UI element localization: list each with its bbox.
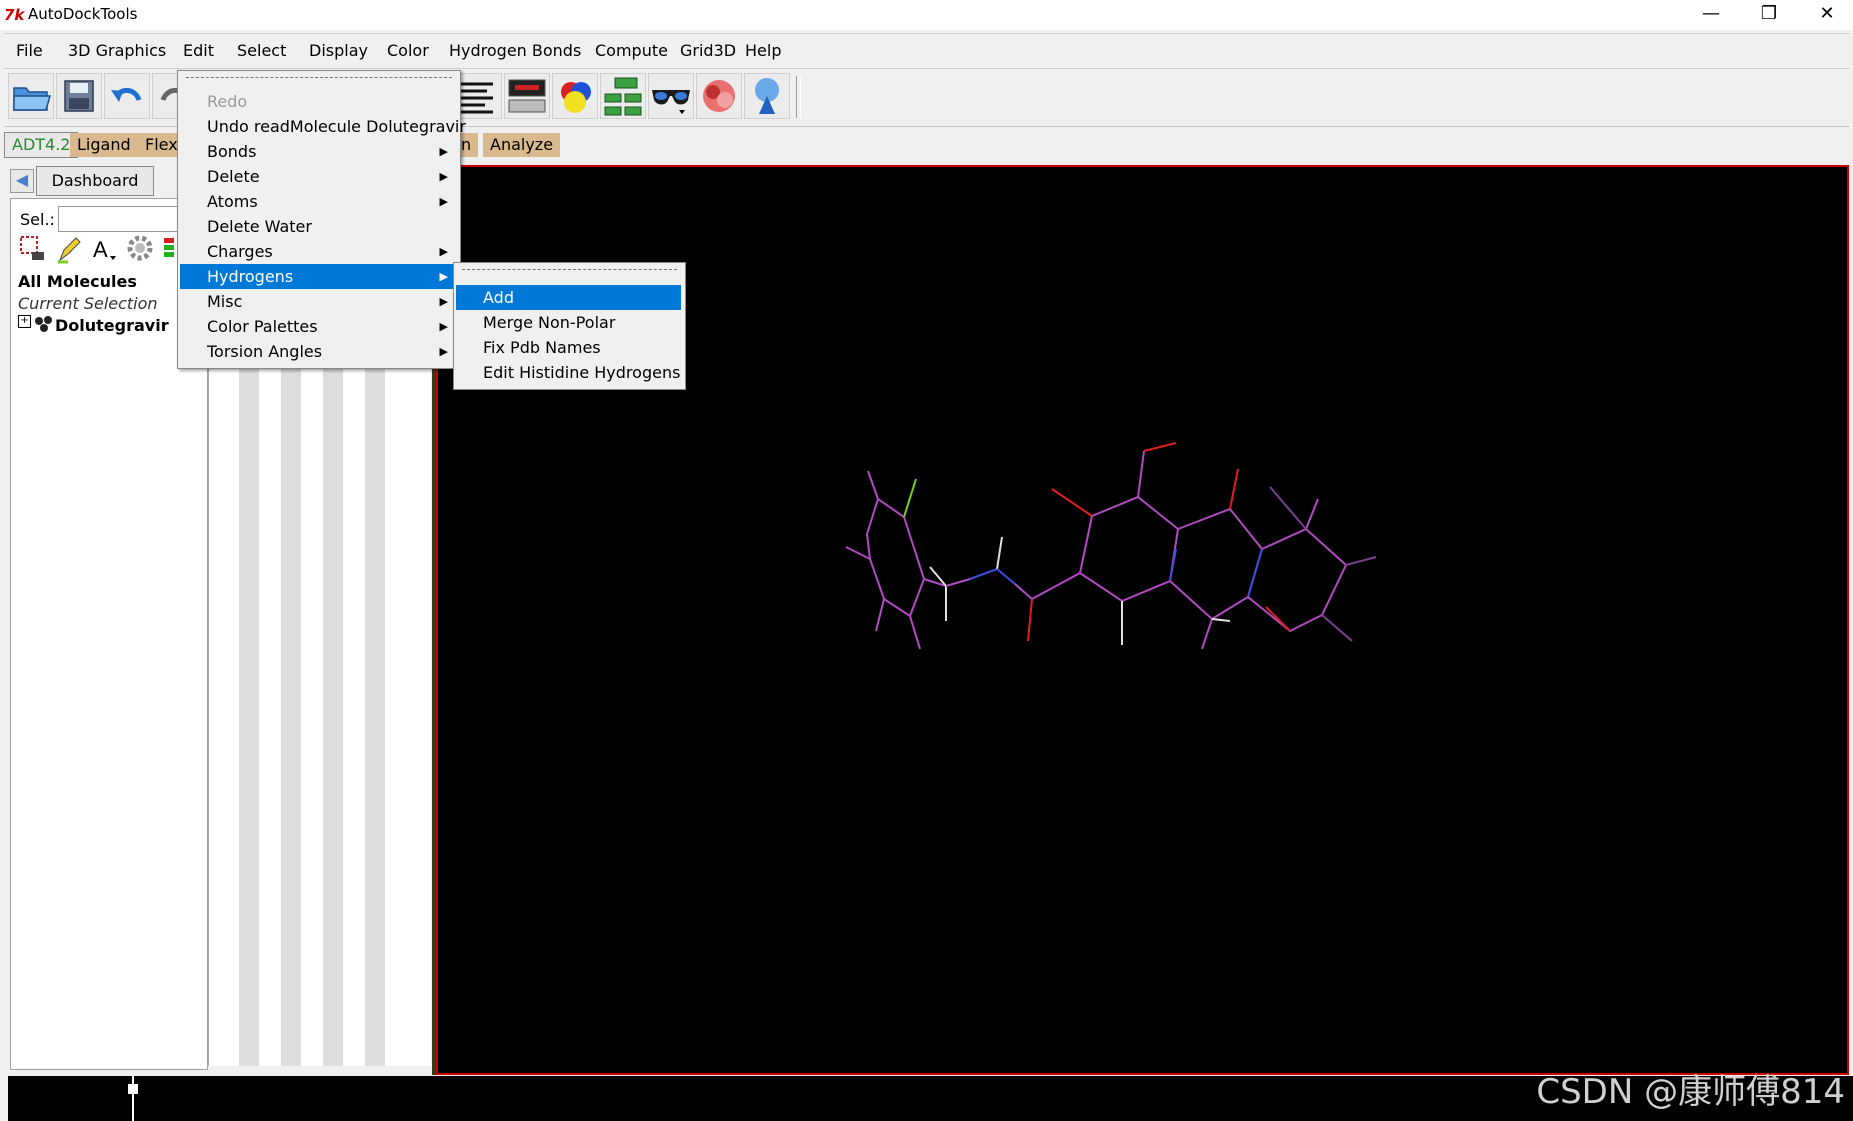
menu-bar: File 3D Graphics Edit Select Display Col…	[4, 33, 1849, 69]
settings-gear-icon[interactable]	[126, 234, 156, 264]
dashboard-collapse-icon[interactable]: ◀	[10, 169, 34, 193]
color-bars-icon[interactable]	[162, 234, 176, 264]
column-stripe	[281, 350, 301, 1066]
menu-item-bonds[interactable]: Bonds ▶	[180, 139, 456, 164]
menu-item-torsion-angles[interactable]: Torsion Angles ▶	[180, 339, 456, 364]
watermark: CSDN @康师傅814	[1536, 1072, 1845, 1112]
menu-item-delete-water[interactable]: Delete Water	[180, 214, 456, 239]
pmv-logo-icon[interactable]	[744, 73, 790, 119]
menu-select[interactable]: Select	[237, 41, 286, 60]
molecule-icon	[34, 315, 54, 337]
column-stripe	[365, 350, 385, 1066]
molecule-bonds	[845, 442, 1377, 650]
menu-item-add-hydrogens[interactable]: Add	[456, 285, 681, 310]
hydrogens-submenu: Add Merge Non-Polar Fix Pdb Names Edit H…	[453, 262, 686, 390]
window-title: AutoDockTools	[28, 5, 138, 23]
menu-item-merge-non-polar[interactable]: Merge Non-Polar	[456, 310, 681, 335]
tab-analyze[interactable]: Analyze	[483, 133, 561, 157]
menu-hydrogen-bonds[interactable]: Hydrogen Bonds	[449, 41, 581, 60]
menu-item-charges[interactable]: Charges ▶	[180, 239, 456, 264]
menu-tearoff[interactable]	[462, 269, 677, 270]
menu-item-atoms[interactable]: Atoms ▶	[180, 189, 456, 214]
menu-help[interactable]: Help	[745, 41, 781, 60]
menu-item-fix-pdb-names[interactable]: Fix Pdb Names	[456, 335, 681, 360]
molecule-surface-icon[interactable]	[552, 73, 598, 119]
tab-dashboard[interactable]: Dashboard	[36, 166, 154, 196]
dashboard-columns	[208, 350, 431, 1066]
menu-tearoff[interactable]	[186, 77, 452, 78]
column-stripe	[239, 350, 259, 1066]
submenu-arrow-icon: ▶	[439, 320, 448, 333]
tree-network-icon[interactable]	[600, 73, 646, 119]
menu-item-undo[interactable]: Undo readMolecule Dolutegravir	[180, 114, 466, 139]
column-stripe	[323, 350, 343, 1066]
app-icon: 7k	[4, 6, 25, 24]
submenu-arrow-icon: ▶	[439, 145, 448, 158]
tab-adt42[interactable]: ADT4.2	[4, 132, 79, 158]
edit-menu-dropdown: Redo Undo readMolecule Dolutegravir Bond…	[177, 70, 466, 369]
menu-item-color-palettes[interactable]: Color Palettes ▶	[180, 314, 456, 339]
close-button[interactable]: ✕	[1799, 0, 1853, 30]
menu-item-misc[interactable]: Misc ▶	[180, 289, 456, 314]
menu-item-edit-histidine-hydrogens[interactable]: Edit Histidine Hydrogens	[456, 360, 681, 385]
menu-display[interactable]: Display	[309, 41, 368, 60]
menu-file[interactable]: File	[16, 41, 43, 60]
tab-ligand[interactable]: Ligand	[70, 133, 138, 157]
submenu-arrow-icon: ▶	[439, 270, 448, 283]
menu-color[interactable]: Color	[387, 41, 429, 60]
menu-item-redo[interactable]: Redo	[180, 89, 456, 114]
toolbar-separator	[796, 76, 801, 118]
label-font-icon[interactable]: A	[90, 234, 120, 264]
menu-item-delete[interactable]: Delete ▶	[180, 164, 456, 189]
tree-all-molecules[interactable]: All Molecules	[18, 272, 137, 291]
select-tool-icon[interactable]	[18, 234, 48, 264]
open-folder-icon[interactable]	[8, 73, 54, 119]
display-panel-icon[interactable]	[504, 73, 550, 119]
highlighter-icon[interactable]	[54, 234, 84, 264]
selection-label: Sel.:	[20, 210, 55, 229]
submenu-arrow-icon: ▶	[439, 245, 448, 258]
slider-track	[132, 1076, 134, 1121]
save-icon[interactable]	[56, 73, 102, 119]
slider-handle[interactable]	[128, 1084, 138, 1094]
submenu-arrow-icon: ▶	[439, 295, 448, 308]
menu-edit[interactable]: Edit	[183, 41, 214, 60]
restore-button[interactable]: ❐	[1741, 0, 1797, 30]
align-lines-icon[interactable]	[456, 73, 502, 119]
stereo-glasses-icon[interactable]	[648, 73, 694, 119]
menu-grid3d[interactable]: Grid3D	[680, 41, 736, 60]
menu-item-hydrogens[interactable]: Hydrogens ▶	[180, 264, 456, 289]
submenu-arrow-icon: ▶	[439, 345, 448, 358]
title-bar: 7k AutoDockTools — ❐ ✕	[0, 0, 1853, 30]
tree-expand-icon[interactable]: +	[18, 315, 31, 328]
minimize-button[interactable]: —	[1683, 0, 1739, 30]
submenu-arrow-icon: ▶	[439, 195, 448, 208]
undo-icon[interactable]	[104, 73, 150, 119]
tree-current-selection[interactable]: Current Selection	[18, 294, 158, 313]
rendering-icon[interactable]	[696, 73, 742, 119]
svg-text:A: A	[93, 237, 108, 262]
menu-3d-graphics[interactable]: 3D Graphics	[68, 41, 166, 60]
tree-molecule-dolutegravir[interactable]: Dolutegravir	[55, 316, 169, 335]
menu-compute[interactable]: Compute	[595, 41, 668, 60]
submenu-arrow-icon: ▶	[439, 170, 448, 183]
